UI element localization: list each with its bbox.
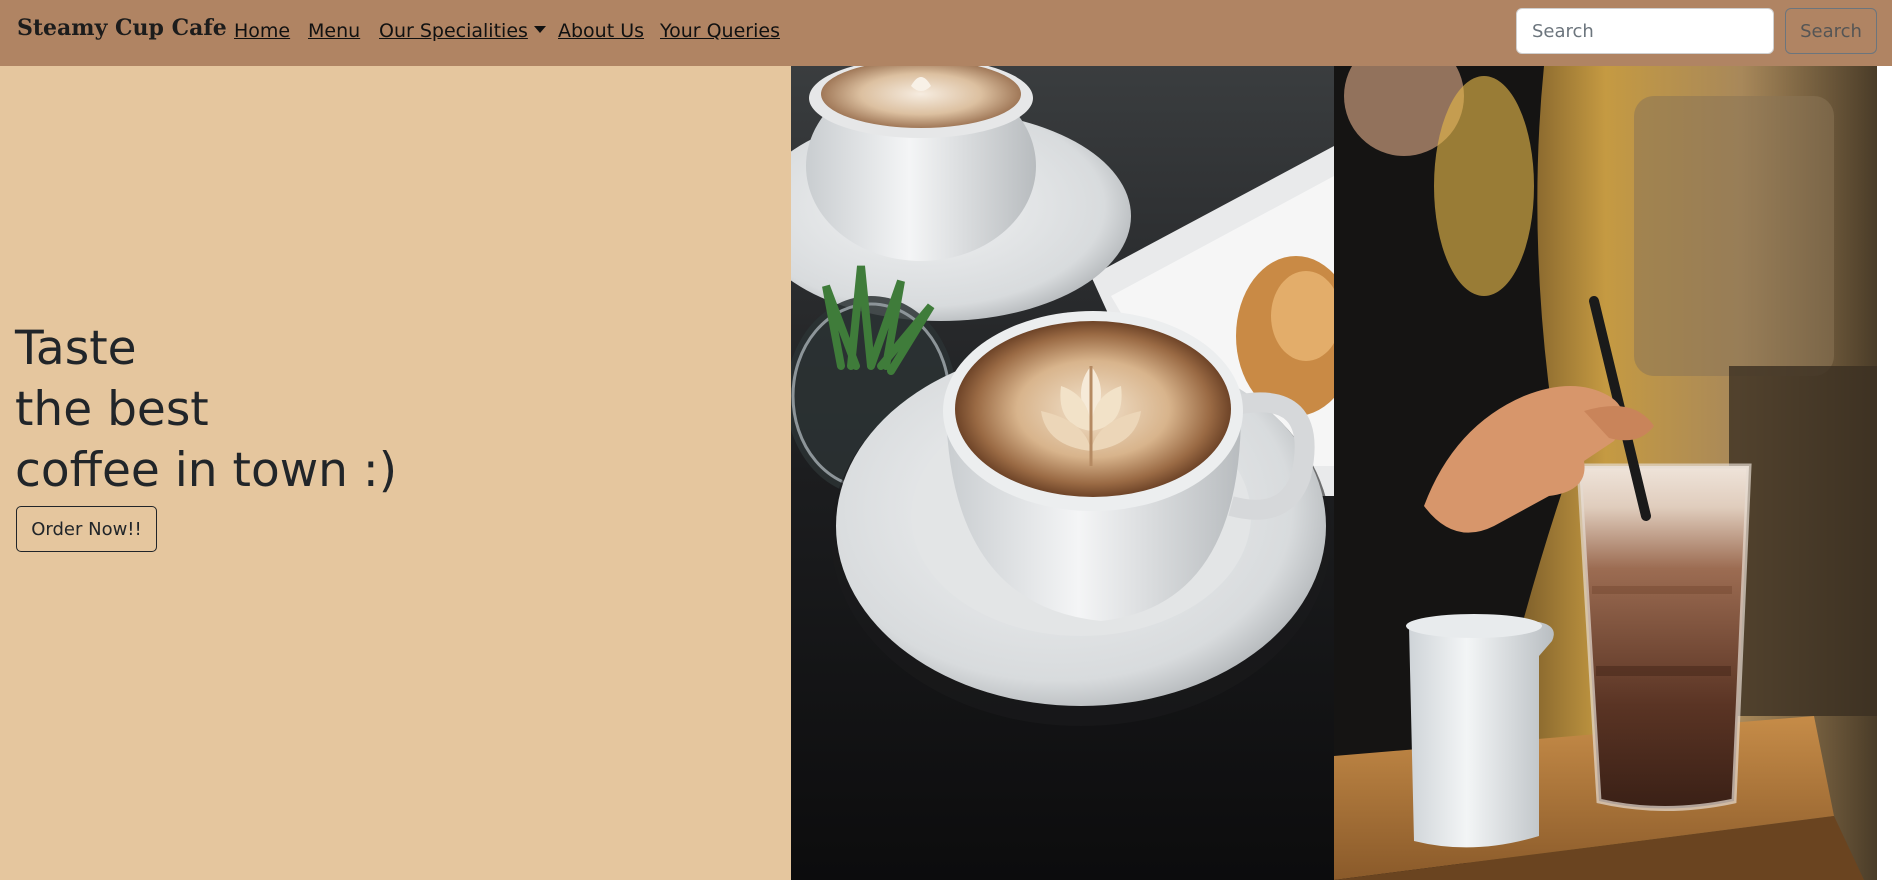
caret-down-icon (533, 26, 546, 33)
search-button[interactable]: Search (1785, 8, 1877, 54)
hero-section: Taste the best coffee in town :) Order N… (0, 66, 791, 880)
hero-title-line: coffee in town :) (15, 443, 398, 498)
navbar: Steamy Cup Cafe Home Menu Our Specialiti… (0, 0, 1892, 66)
nav-link-menu[interactable]: Menu (308, 20, 360, 42)
nav-link-about[interactable]: About Us (558, 20, 644, 42)
hero-title-line: the best (15, 382, 209, 437)
nav-dropdown-specialities[interactable]: Our Specialities (379, 20, 546, 42)
order-now-button[interactable]: Order Now!! (16, 506, 157, 552)
hero-title-line: Taste (15, 321, 137, 376)
nav-link-queries[interactable]: Your Queries (660, 20, 780, 42)
brand-logo[interactable]: Steamy Cup Cafe (17, 15, 227, 41)
latte-art-cup-photo (791, 66, 1334, 880)
search-input[interactable] (1516, 8, 1774, 54)
nav-dropdown-label: Our Specialities (379, 20, 528, 42)
nav-link-home[interactable]: Home (234, 20, 290, 42)
hero-title: Taste the best coffee in town :) (15, 318, 397, 501)
iced-mocha-photo (1334, 66, 1877, 880)
